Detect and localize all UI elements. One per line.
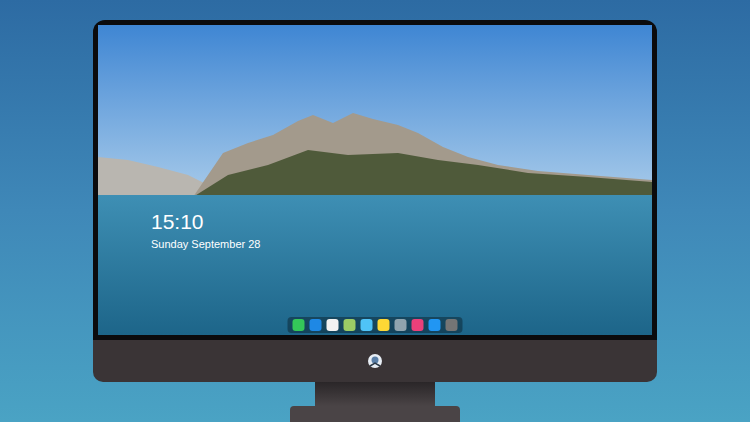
date-text: Sunday September 28 xyxy=(151,237,260,251)
dock-app-icon[interactable] xyxy=(293,319,305,331)
dock-app-icon[interactable] xyxy=(446,319,458,331)
dock-app-icon[interactable] xyxy=(378,319,390,331)
dock-app-icon[interactable] xyxy=(361,319,373,331)
dock-app-icon[interactable] xyxy=(327,319,339,331)
dock-app-icon[interactable] xyxy=(429,319,441,331)
lock-clock: 15:10 Sunday September 28 xyxy=(151,210,260,251)
dock-app-icon[interactable] xyxy=(412,319,424,331)
mockup-page: 15:10 Sunday September 28 xyxy=(0,0,750,422)
brand-logo-icon xyxy=(367,353,383,369)
dock xyxy=(288,317,463,333)
monitor-base xyxy=(290,406,460,422)
monitor-chin xyxy=(93,340,657,382)
monitor-neck xyxy=(315,382,435,406)
monitor-bezel: 15:10 Sunday September 28 xyxy=(93,20,657,340)
dock-app-icon[interactable] xyxy=(344,319,356,331)
dock-app-icon[interactable] xyxy=(310,319,322,331)
dock-app-icon[interactable] xyxy=(395,319,407,331)
time-text: 15:10 xyxy=(151,210,260,234)
wallpaper-landscape xyxy=(98,25,652,335)
lock-screen: 15:10 Sunday September 28 xyxy=(98,25,652,335)
